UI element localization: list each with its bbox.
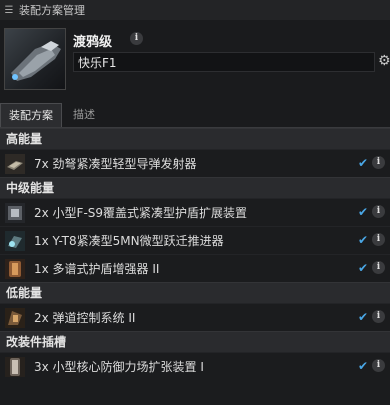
section-low-slots: 低能量 — [0, 282, 390, 303]
module-row[interactable]: 7x 劲弩紧凑型轻型导弹发射器 ✔ i — [0, 149, 390, 177]
module-info-icon[interactable]: i — [372, 261, 385, 274]
module-label: 1x 多谱式护盾增强器 II — [34, 262, 160, 276]
window-titlebar[interactable]: ☰ 装配方案管理 — [0, 0, 390, 20]
check-icon: ✔ — [357, 261, 368, 275]
module-info-icon[interactable]: i — [372, 310, 385, 323]
tab-bar: 装配方案 描述 — [0, 103, 390, 128]
tab-fitting[interactable]: 装配方案 — [0, 103, 62, 127]
module-info-icon[interactable]: i — [372, 233, 385, 246]
module-label: 2x 小型F-S9覆盖式紧凑型护盾扩展装置 — [34, 206, 248, 220]
fitting-header: 渡鸦级 i ⚙ — [0, 22, 390, 96]
module-row[interactable]: 2x 小型F-S9覆盖式紧凑型护盾扩展装置 ✔ i — [0, 198, 390, 226]
shield-extender-icon — [4, 202, 26, 224]
module-row[interactable]: 3x 小型核心防御力场扩张装置 I ✔ i — [0, 352, 390, 380]
section-mid-slots: 中级能量 — [0, 177, 390, 198]
ship-info-icon[interactable]: i — [130, 32, 143, 45]
check-icon: ✔ — [357, 233, 368, 247]
window-title: 装配方案管理 — [19, 4, 85, 17]
module-row[interactable]: 2x 弹道控制系统 II ✔ i — [0, 303, 390, 331]
section-rig-slots: 改装件插槽 — [0, 331, 390, 352]
module-info-icon[interactable]: i — [372, 205, 385, 218]
check-icon: ✔ — [357, 205, 368, 219]
fit-name-input[interactable] — [74, 53, 370, 71]
fit-name-field[interactable] — [73, 52, 375, 72]
check-icon: ✔ — [357, 156, 368, 170]
module-label: 2x 弹道控制系统 II — [34, 311, 136, 325]
module-info-icon[interactable]: i — [372, 359, 385, 372]
menu-icon[interactable]: ☰ — [1, 5, 17, 16]
tab-description[interactable]: 描述 — [64, 103, 104, 127]
module-label: 7x 劲弩紧凑型轻型导弹发射器 — [34, 157, 197, 171]
missile-launcher-icon — [4, 153, 26, 175]
check-icon: ✔ — [357, 359, 368, 373]
check-icon: ✔ — [357, 310, 368, 324]
section-high-slots: 高能量 — [0, 128, 390, 149]
module-row[interactable]: 1x Y-T8紧凑型5MN微型跃迁推进器 ✔ i — [0, 226, 390, 254]
module-list: 高能量 7x 劲弩紧凑型轻型导弹发射器 ✔ i 中级能量 2x 小型F-S9覆盖… — [0, 128, 390, 405]
ship-name: 渡鸦级 — [73, 35, 113, 50]
module-label: 1x Y-T8紧凑型5MN微型跃迁推进器 — [34, 234, 224, 248]
ballistic-control-icon — [4, 307, 26, 329]
module-label: 3x 小型核心防御力场扩张装置 I — [34, 360, 204, 374]
ship-image[interactable] — [4, 28, 66, 90]
microwarpdrive-icon — [4, 230, 26, 252]
gear-icon[interactable]: ⚙ — [378, 53, 390, 69]
shield-rig-icon — [4, 356, 26, 378]
module-info-icon[interactable]: i — [372, 156, 385, 169]
shield-booster-icon — [4, 258, 26, 280]
module-row[interactable]: 1x 多谱式护盾增强器 II ✔ i — [0, 254, 390, 282]
